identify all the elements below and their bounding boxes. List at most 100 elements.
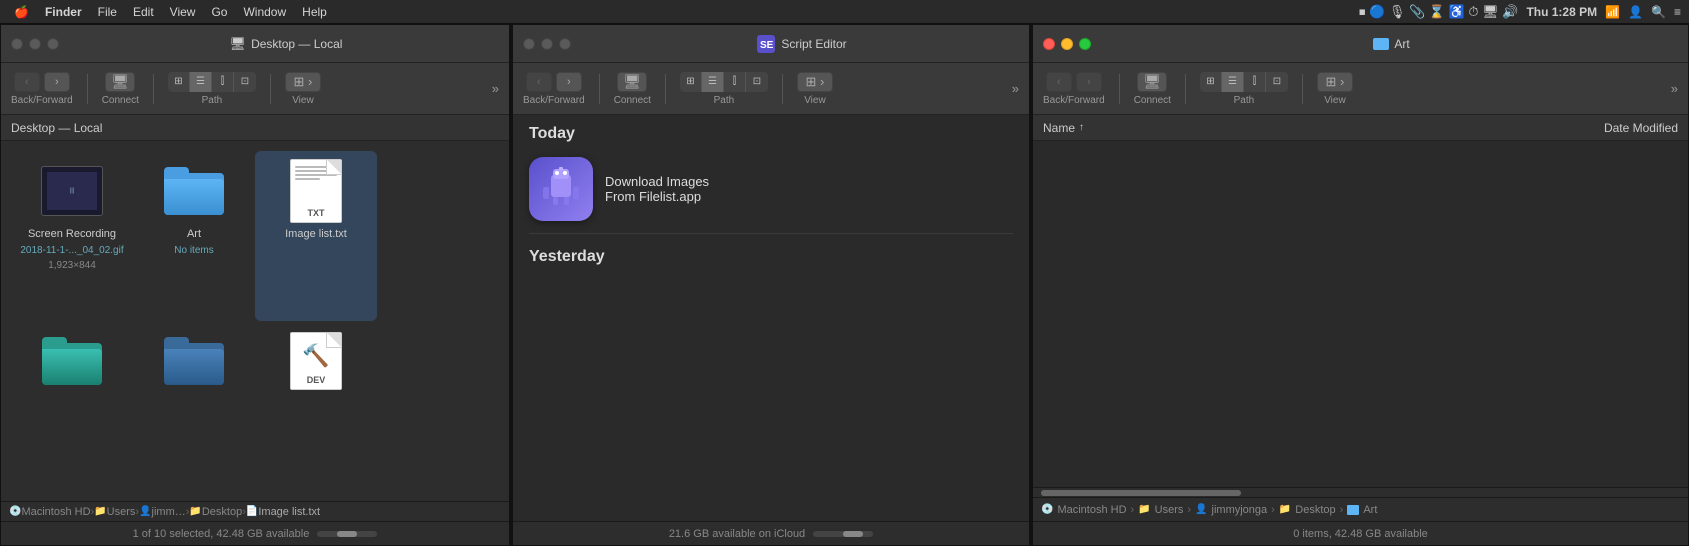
view-columns-script[interactable]: ⫿ [724,72,746,92]
list-item[interactable]: ||| Screen Recording 2018-11-1-..._04_02… [11,151,133,321]
menu-help[interactable]: Help [296,0,333,23]
art-crumb-users: Users [1155,504,1184,516]
connect-button-finder[interactable]: 🖥 [105,72,135,92]
script-scrollbar[interactable] [813,531,873,537]
col-date-header[interactable]: Date Modified [1518,121,1678,135]
view-section-art: ⊞ › View [1317,72,1353,106]
apple-menu[interactable]: 🍎 [8,0,35,23]
art-horizontal-scrollbar[interactable] [1041,490,1241,496]
menu-edit[interactable]: Edit [127,0,160,23]
titlebar-center-script: SE Script Editor [585,35,1019,53]
fullscreen-button-art[interactable] [1079,38,1091,50]
txt-type-label: TXT [295,208,337,218]
minimize-button-art[interactable] [1061,38,1073,50]
script-section-today: Today [513,115,1029,149]
menubar-search[interactable]: 🔍 [1651,5,1666,19]
screenshot-icon: ||| [40,159,104,223]
back-button-art[interactable]: ‹ [1046,72,1072,92]
view-options-script[interactable]: ⊞ › [797,72,833,92]
view-columns-art[interactable]: ⫿ [1244,72,1266,92]
view-gallery-art[interactable]: ⊡ [1266,72,1288,92]
col-name-header[interactable]: Name ↑ [1043,121,1518,135]
view-gallery-finder[interactable]: ⊡ [234,72,256,92]
traffic-lights-finder [11,38,59,50]
menubar-user[interactable]: 👤 [1628,5,1643,19]
menubar-time: Thu 1:28 PM [1526,5,1597,19]
txt-line-1 [295,166,337,168]
list-item[interactable] [133,321,255,491]
finder-scrollbar-thumb [337,531,357,537]
view-icon-art[interactable]: ⊞ [1200,72,1222,92]
minimize-button-finder[interactable] [29,38,41,50]
art-crumb-art: Art [1363,504,1377,516]
connect-section-finder: 🖥 Connect [102,72,139,106]
finder-status-text: 1 of 10 selected, 42.48 GB available [133,528,310,540]
finder-icons-area: ||| Screen Recording 2018-11-1-..._04_02… [1,141,509,501]
list-item[interactable]: TXT Image list.txt [255,151,377,321]
finder-scrollbar[interactable] [317,531,377,537]
folder-icon-dark [162,329,226,393]
back-button-finder[interactable]: ‹ [14,72,40,92]
folder-shape-art [164,167,224,215]
forward-button-finder[interactable]: › [44,72,70,92]
txt-file-icon: TXT [284,159,348,223]
menu-file[interactable]: File [92,0,123,23]
art-crumb-folder-3-icon [1347,505,1359,515]
back-forward-label-finder: Back/Forward [11,95,73,106]
view-options-finder[interactable]: ⊞ › [285,72,321,92]
connect-section-art: 🖥 Connect [1134,72,1171,106]
folder-front-teal [42,349,102,385]
view-list-finder[interactable]: ☰ [190,72,212,92]
view-gallery-script[interactable]: ⊡ [746,72,768,92]
minimize-button-script[interactable] [541,38,553,50]
view-options-art[interactable]: ⊞ › [1317,72,1353,92]
list-item[interactable] [11,321,133,491]
menubar-wifi[interactable]: 📶 [1605,5,1620,19]
back-forward-label-art: Back/Forward [1043,95,1105,106]
menu-window[interactable]: Window [237,0,292,23]
location-bar-finder: Desktop — Local [1,115,509,141]
view-buttons-script: ⊞ ☰ ⫿ ⊡ [680,72,768,92]
close-button-script[interactable] [523,38,535,50]
view-icon-script[interactable]: ⊞ [680,72,702,92]
toolbar-expand-script[interactable]: » [1012,81,1019,96]
screenshot-text: ||| [70,188,75,194]
art-crumb-hdd-icon: 💿 [1041,504,1053,515]
art-path-bar: 💿 Macintosh HD › 📁 Users › 👤 jimmyjonga … [1033,497,1688,521]
crumb-desktop: Desktop [202,506,242,518]
list-item[interactable]: Art No items [133,151,255,321]
toolbar-expand-art[interactable]: » [1671,81,1678,96]
crumb-folder-2: 📁 [189,506,201,517]
art-crumb-sep-1: › [1131,504,1135,516]
close-button-art[interactable] [1043,38,1055,50]
script-app-item[interactable]: Download Images From Filelist.app [513,149,1029,229]
menubar-list[interactable]: ≡ [1674,5,1681,19]
script-window-title: Script Editor [781,37,846,51]
forward-button-script[interactable]: › [556,72,582,92]
toolbar-sep-1-script [599,74,600,104]
close-button-finder[interactable] [11,38,23,50]
forward-button-art[interactable]: › [1076,72,1102,92]
fullscreen-button-finder[interactable] [47,38,59,50]
toolbar-expand-finder[interactable]: » [492,81,499,96]
crumb-person-icon: 👤 [139,506,151,517]
toolbar-sep-1-art [1119,74,1120,104]
script-editor-logo: SE [757,35,775,53]
menu-view[interactable]: View [164,0,202,23]
menu-finder[interactable]: Finder [39,0,88,23]
path-label-script: Path [714,95,735,106]
list-item[interactable]: 🔨 DEV [255,321,377,491]
folder-icon-title-finder: 🖥 [230,36,247,52]
art-crumb-sep-3: › [1271,504,1275,516]
status-bar-script: 21.6 GB available on iCloud [513,521,1029,545]
connect-button-script[interactable]: 🖥 [617,72,647,92]
art-crumb-folder-2-icon: 📁 [1279,504,1291,515]
view-list-script[interactable]: ☰ [702,72,724,92]
connect-button-art[interactable]: 🖥 [1137,72,1167,92]
back-button-script[interactable]: ‹ [526,72,552,92]
view-columns-finder[interactable]: ⫿ [212,72,234,92]
view-list-art[interactable]: ☰ [1222,72,1244,92]
view-icon-finder[interactable]: ⊞ [168,72,190,92]
menu-go[interactable]: Go [205,0,233,23]
fullscreen-button-script[interactable] [559,38,571,50]
